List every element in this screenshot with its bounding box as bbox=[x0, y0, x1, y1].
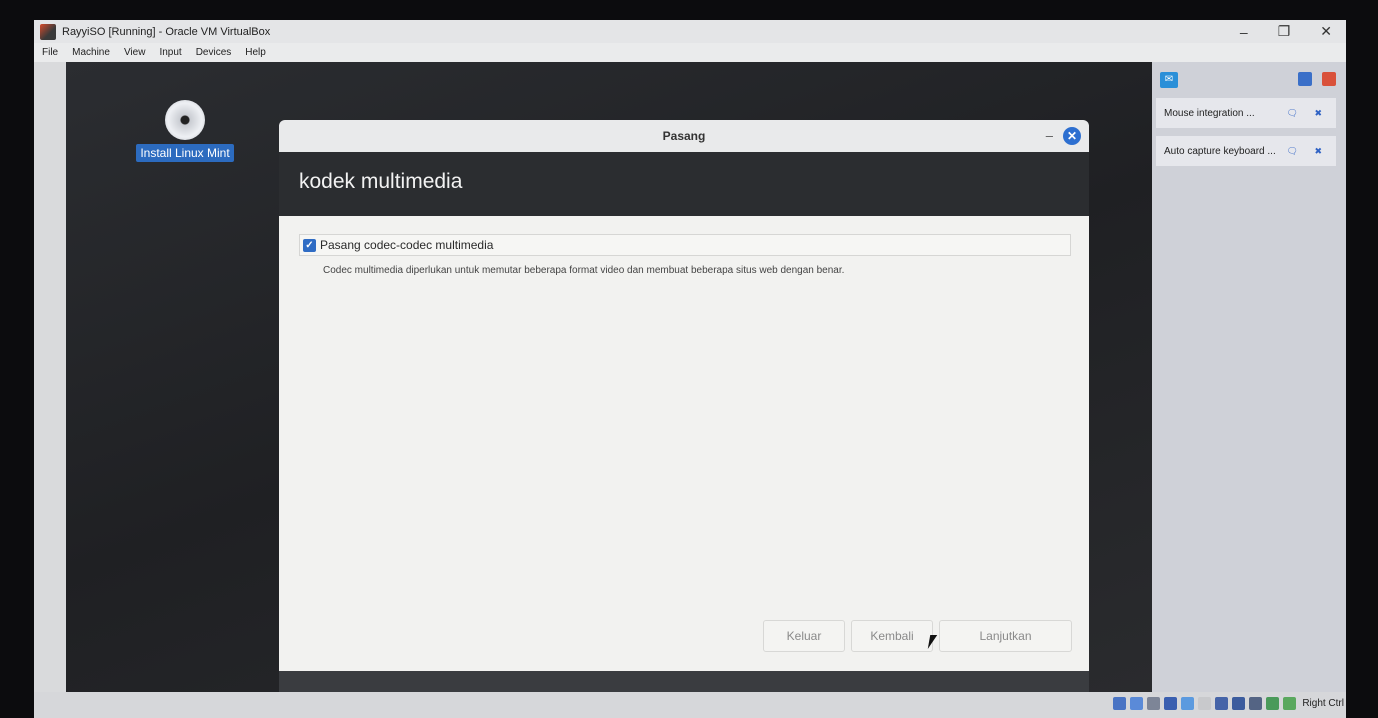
dialog-minimize-button[interactable]: – bbox=[1046, 128, 1053, 143]
desktop-icon-label: Install Linux Mint bbox=[136, 144, 234, 162]
dialog-body: ✓ Pasang codec-codec multimedia Codec mu… bbox=[279, 216, 1089, 671]
cd-icon bbox=[165, 100, 205, 140]
usb-icon[interactable] bbox=[1181, 697, 1194, 710]
dialog-title: Pasang bbox=[662, 129, 706, 143]
keyboard-capture-icon[interactable] bbox=[1283, 697, 1296, 710]
cpu-icon[interactable] bbox=[1249, 697, 1262, 710]
dismiss-icon[interactable]: 🗨 bbox=[1287, 108, 1298, 119]
window-controls: – ❐ ✕ bbox=[1240, 20, 1332, 43]
virtualbox-window: RayyiSO [Running] - Oracle VM VirtualBox… bbox=[34, 20, 1346, 718]
network-adapter-icon[interactable] bbox=[1164, 697, 1177, 710]
status-bar: Right Ctrl bbox=[34, 692, 1346, 718]
network-icon[interactable] bbox=[1298, 72, 1312, 86]
quit-button[interactable]: Keluar bbox=[763, 620, 845, 652]
audio-icon[interactable] bbox=[1147, 697, 1160, 710]
menu-file[interactable]: File bbox=[42, 47, 58, 58]
storage-icon[interactable] bbox=[1113, 697, 1126, 710]
optical-drive-icon[interactable] bbox=[1130, 697, 1143, 710]
install-codecs-option[interactable]: ✓ Pasang codec-codec multimedia bbox=[299, 234, 1071, 256]
message-icon[interactable]: ✉ bbox=[1160, 72, 1178, 88]
continue-button[interactable]: Lanjutkan bbox=[939, 620, 1072, 652]
notification-panel-header: ✉ bbox=[1152, 62, 1346, 98]
notice-mouse-integration[interactable]: Mouse integration ... 🗨 ✖ bbox=[1156, 98, 1336, 128]
back-button[interactable]: Kembali bbox=[851, 620, 933, 652]
shared-folders-icon[interactable] bbox=[1198, 697, 1211, 710]
menu-bar: File Machine View Input Devices Help bbox=[34, 43, 1346, 62]
codec-description: Codec multimedia diperlukan untuk memuta… bbox=[323, 265, 845, 276]
window-title: RayyiSO [Running] - Oracle VM VirtualBox bbox=[62, 25, 271, 38]
host-key-label: Right Ctrl bbox=[1302, 698, 1344, 709]
restore-button[interactable]: ❐ bbox=[1278, 23, 1291, 40]
page-title: kodek multimedia bbox=[299, 170, 463, 193]
display-icon[interactable] bbox=[1215, 697, 1228, 710]
status-indicators bbox=[1113, 697, 1296, 710]
close-icon[interactable]: ✖ bbox=[1314, 146, 1322, 157]
installer-dialog: Pasang – ✕ kodek multimedia ✓ Pasang cod… bbox=[279, 120, 1089, 692]
menu-help[interactable]: Help bbox=[245, 47, 266, 58]
close-icon[interactable]: ✖ bbox=[1314, 108, 1322, 119]
panel-toolbar bbox=[1298, 72, 1336, 86]
notice-auto-capture-keyboard[interactable]: Auto capture keyboard ... 🗨 ✖ bbox=[1156, 136, 1336, 166]
menu-devices[interactable]: Devices bbox=[196, 47, 232, 58]
dialog-titlebar: Pasang – ✕ bbox=[279, 120, 1089, 152]
install-codecs-label[interactable]: Pasang codec-codec multimedia bbox=[320, 238, 493, 252]
dismiss-icon[interactable]: 🗨 bbox=[1287, 146, 1298, 157]
mouse-integration-icon[interactable] bbox=[1266, 697, 1279, 710]
dialog-footer bbox=[279, 671, 1089, 692]
notification-panel: ✉ Mouse integration ... 🗨 ✖ Auto capture… bbox=[1152, 62, 1346, 692]
menu-view[interactable]: View bbox=[124, 47, 146, 58]
stop-icon[interactable] bbox=[1322, 72, 1336, 86]
install-codecs-checkbox[interactable]: ✓ bbox=[303, 238, 316, 252]
recording-icon[interactable] bbox=[1232, 697, 1245, 710]
guest-screen[interactable]: Install Linux Mint Pasang – ✕ kodek mult… bbox=[66, 62, 1152, 692]
minimize-button[interactable]: – bbox=[1240, 24, 1248, 40]
dialog-header: kodek multimedia bbox=[279, 152, 1089, 216]
close-button[interactable]: ✕ bbox=[1320, 23, 1332, 40]
notice-text: Auto capture keyboard ... bbox=[1164, 145, 1276, 157]
menu-input[interactable]: Input bbox=[159, 47, 181, 58]
window-titlebar: RayyiSO [Running] - Oracle VM VirtualBox… bbox=[34, 20, 1346, 43]
dialog-close-icon[interactable]: ✕ bbox=[1063, 127, 1081, 145]
virtualbox-app-icon bbox=[40, 23, 56, 40]
notice-text: Mouse integration ... bbox=[1164, 107, 1255, 119]
install-linux-mint-desktop-icon[interactable]: Install Linux Mint bbox=[130, 100, 240, 162]
menu-machine[interactable]: Machine bbox=[72, 47, 110, 58]
